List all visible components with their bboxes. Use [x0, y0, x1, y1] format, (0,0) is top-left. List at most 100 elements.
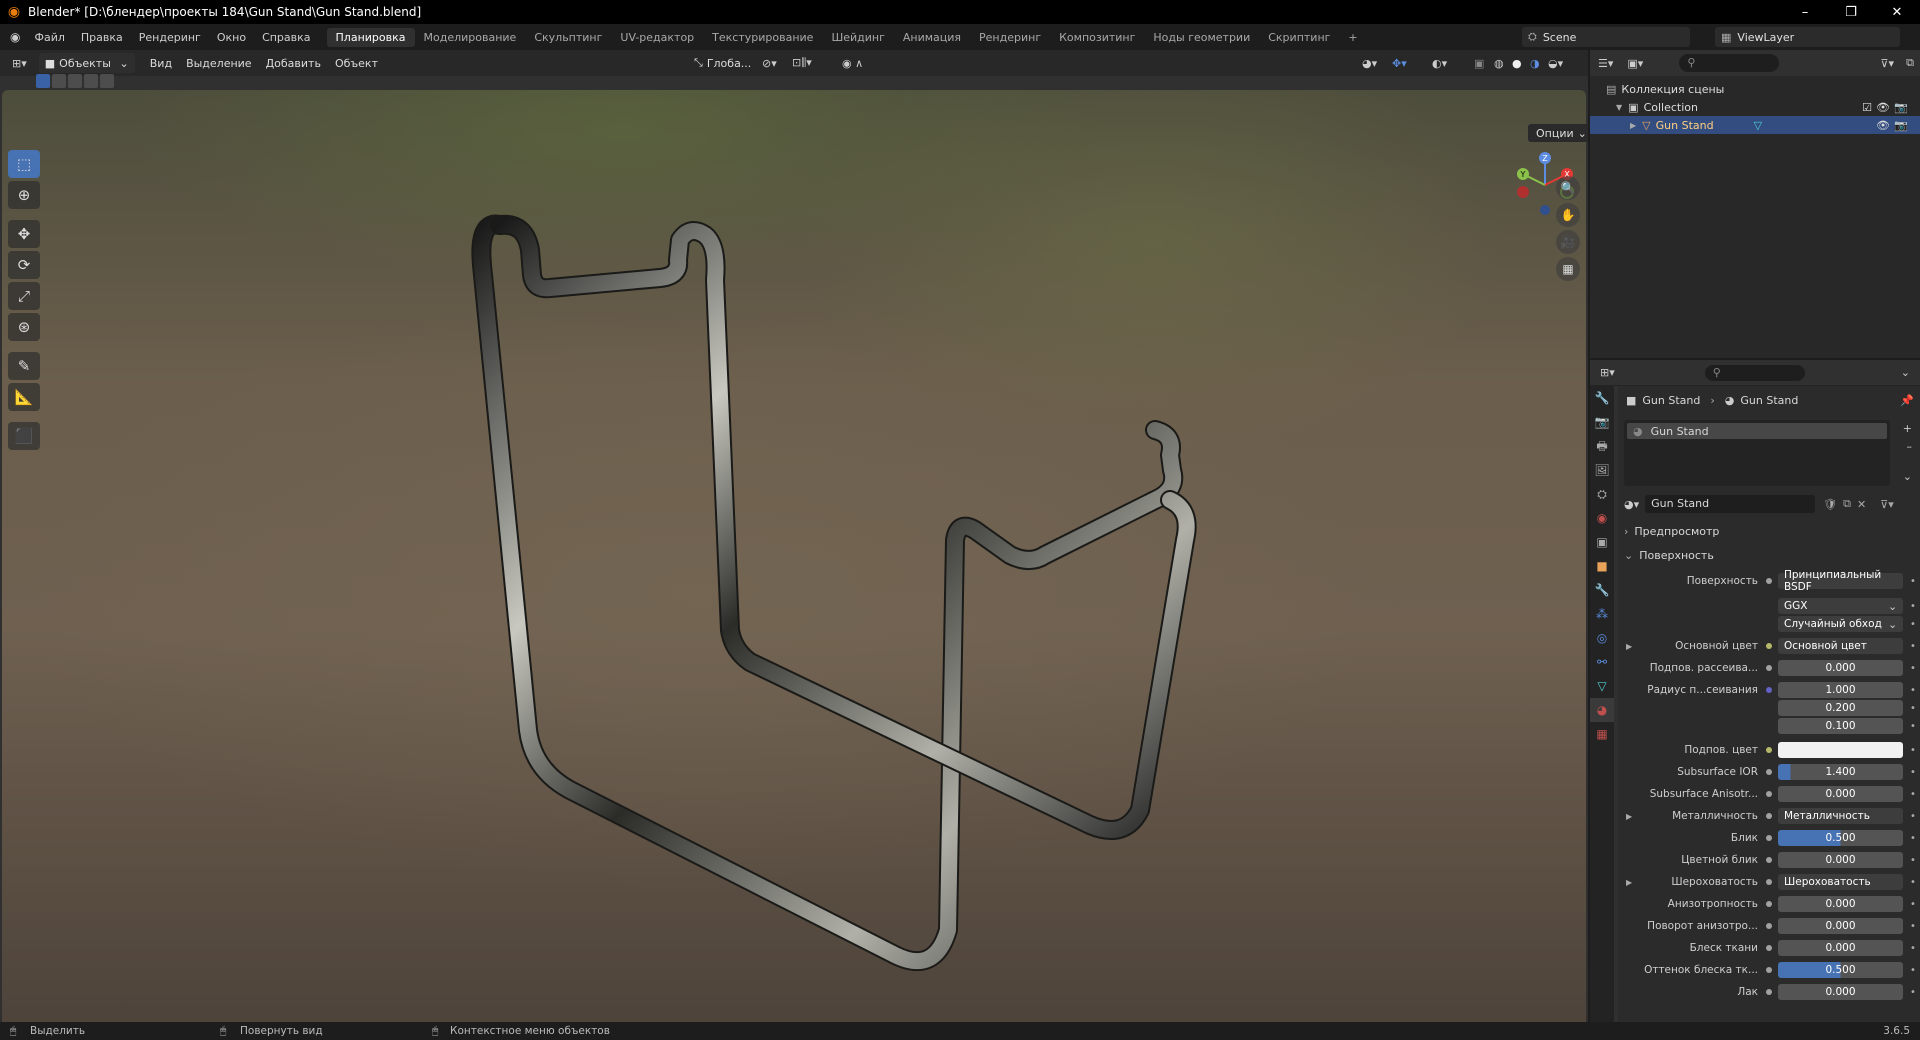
property-value-field[interactable]: Металличность	[1778, 808, 1903, 824]
socket-icon[interactable]	[1766, 665, 1772, 671]
blender-menu-icon[interactable]: ◉	[10, 30, 20, 44]
tab-compositing[interactable]: Композитинг	[1050, 28, 1144, 47]
constraints-tab-icon[interactable]: ⚯	[1590, 650, 1614, 674]
property-value-field[interactable]: GGX	[1778, 598, 1903, 614]
node-filter-icon[interactable]: ⊽▾	[1880, 498, 1894, 511]
tab-uv-editing[interactable]: UV-редактор	[611, 28, 703, 47]
property-value-field[interactable]: 0.000	[1778, 896, 1903, 912]
particles-tab-icon[interactable]: ⁂	[1590, 602, 1614, 626]
socket-icon[interactable]	[1766, 967, 1772, 973]
exclude-checkbox[interactable]: ☑	[1862, 101, 1872, 114]
keyframe-icon[interactable]: •	[1910, 767, 1916, 778]
socket-icon[interactable]	[1766, 879, 1772, 885]
keyframe-icon[interactable]: •	[1910, 811, 1916, 822]
render-tab-icon[interactable]: 📷	[1590, 410, 1614, 434]
filter-icon[interactable]: ⊽▾	[1880, 57, 1894, 70]
keyframe-icon[interactable]: •	[1910, 663, 1916, 674]
socket-icon[interactable]	[1766, 769, 1772, 775]
property-value-field[interactable]: 0.000	[1778, 940, 1903, 956]
keyframe-icon[interactable]: •	[1910, 855, 1916, 866]
outliner-row-scene-collection[interactable]: ▤ Коллекция сцены	[1590, 80, 1920, 98]
physics-tab-icon[interactable]: ◎	[1590, 626, 1614, 650]
fake-user-icon[interactable]: 🛡	[1823, 498, 1837, 511]
panel-preview[interactable]: › Предпросмотр	[1618, 522, 1920, 540]
socket-icon[interactable]	[1766, 857, 1772, 863]
remove-slot-button[interactable]: –	[1907, 440, 1913, 453]
property-value-field[interactable]: 0.500	[1778, 962, 1903, 978]
zoom-icon[interactable]: 🔍	[1556, 176, 1580, 200]
collapse-triangle-icon[interactable]: ▼	[1616, 103, 1622, 112]
socket-icon[interactable]	[1766, 747, 1772, 753]
editor-type-icon[interactable]: ☰▾	[1598, 57, 1613, 70]
property-value-field[interactable]: 1.400	[1778, 764, 1903, 780]
socket-icon[interactable]	[1766, 813, 1772, 819]
keyframe-icon[interactable]: •	[1910, 899, 1916, 910]
tab-sculpting[interactable]: Скульптинг	[525, 28, 611, 47]
camera-view-icon[interactable]: 🎥	[1556, 230, 1580, 254]
editor-type-icon[interactable]: ⊞▾	[1600, 366, 1615, 379]
keyframe-icon[interactable]: •	[1910, 703, 1916, 714]
close-button[interactable]: ✕	[1874, 0, 1920, 24]
pan-hand-icon[interactable]: ✋	[1556, 203, 1580, 227]
property-value-field[interactable]: 1.000	[1778, 682, 1903, 698]
socket-icon[interactable]	[1766, 923, 1772, 929]
menu-edit[interactable]: Правка	[73, 31, 131, 44]
socket-icon[interactable]	[1766, 578, 1772, 584]
keyframe-icon[interactable]: •	[1910, 789, 1916, 800]
menu-render[interactable]: Рендеринг	[131, 31, 209, 44]
eye-icon[interactable]: 👁	[1876, 101, 1890, 114]
keyframe-icon[interactable]: •	[1910, 877, 1916, 888]
expand-triangle-icon[interactable]: ▶	[1626, 878, 1632, 887]
expand-triangle-icon[interactable]: ▶	[1626, 812, 1632, 821]
camera-icon[interactable]: 📷	[1894, 101, 1908, 114]
property-value-field[interactable]: 0.000	[1778, 660, 1903, 676]
material-slot-item[interactable]: ◕ Gun Stand	[1627, 423, 1887, 439]
texture-tab-icon[interactable]: ▦	[1590, 722, 1614, 746]
new-collection-icon[interactable]: ⧉	[1906, 56, 1914, 70]
property-value-field[interactable]: Принципиальный BSDF	[1778, 569, 1903, 593]
add-workspace-button[interactable]: +	[1339, 28, 1366, 47]
camera-icon[interactable]: 📷	[1894, 119, 1908, 132]
property-value-field[interactable]: 0.200	[1778, 700, 1903, 716]
keyframe-icon[interactable]: •	[1910, 601, 1916, 612]
view-layer-tab-icon[interactable]: 🖼	[1590, 458, 1614, 482]
socket-icon[interactable]	[1766, 901, 1772, 907]
property-value-field[interactable]: Основной цвет	[1778, 638, 1903, 654]
keyframe-icon[interactable]: •	[1910, 641, 1916, 652]
duplicate-material-icon[interactable]: ⧉	[1843, 497, 1851, 511]
property-value-field[interactable]: 0.000	[1778, 786, 1903, 802]
keyframe-icon[interactable]: •	[1910, 576, 1916, 587]
material-browse-icon[interactable]: ◕▾	[1624, 498, 1639, 511]
tab-rendering[interactable]: Рендеринг	[970, 28, 1050, 47]
expand-triangle-icon[interactable]: ▶	[1626, 642, 1632, 651]
object-tab-icon[interactable]: ■	[1590, 554, 1614, 578]
chevron-down-icon[interactable]: ⌄	[1901, 366, 1910, 379]
socket-icon[interactable]	[1766, 643, 1772, 649]
property-value-field[interactable]: 0.500	[1778, 830, 1903, 846]
world-tab-icon[interactable]: ◉	[1590, 506, 1614, 530]
minimize-button[interactable]: –	[1782, 0, 1828, 24]
keyframe-icon[interactable]: •	[1910, 921, 1916, 932]
tab-animation[interactable]: Анимация	[894, 28, 970, 47]
add-slot-button[interactable]: +	[1903, 422, 1912, 435]
material-name-field[interactable]: Gun Stand	[1645, 495, 1816, 513]
socket-icon[interactable]	[1766, 791, 1772, 797]
menu-window[interactable]: Окно	[209, 31, 254, 44]
mesh-data-icon[interactable]: ▽	[1754, 119, 1762, 132]
3d-viewport[interactable]: ⊞▾ ■ Объекты ⌄ Вид Выделение Добавить Об…	[0, 50, 1588, 1022]
keyframe-icon[interactable]: •	[1910, 685, 1916, 696]
property-value-field[interactable]	[1778, 742, 1903, 758]
output-tab-icon[interactable]: 🖶	[1590, 434, 1614, 458]
property-value-field[interactable]: Шероховатость	[1778, 874, 1903, 890]
keyframe-icon[interactable]: •	[1910, 833, 1916, 844]
property-value-field[interactable]: 0.100	[1778, 718, 1903, 734]
modifier-tab-icon[interactable]: 🔧	[1590, 578, 1614, 602]
tab-layout[interactable]: Планировка	[326, 27, 415, 47]
tab-scripting[interactable]: Скриптинг	[1259, 28, 1339, 47]
tab-shading[interactable]: Шейдинг	[822, 28, 893, 47]
mesh-data-tab-icon[interactable]: ▽	[1590, 674, 1614, 698]
keyframe-icon[interactable]: •	[1910, 619, 1916, 630]
eye-icon[interactable]: 👁	[1876, 119, 1890, 132]
scene-tab-icon[interactable]: ⛭	[1590, 482, 1614, 506]
property-value-field[interactable]: Случайный обход	[1778, 616, 1903, 632]
